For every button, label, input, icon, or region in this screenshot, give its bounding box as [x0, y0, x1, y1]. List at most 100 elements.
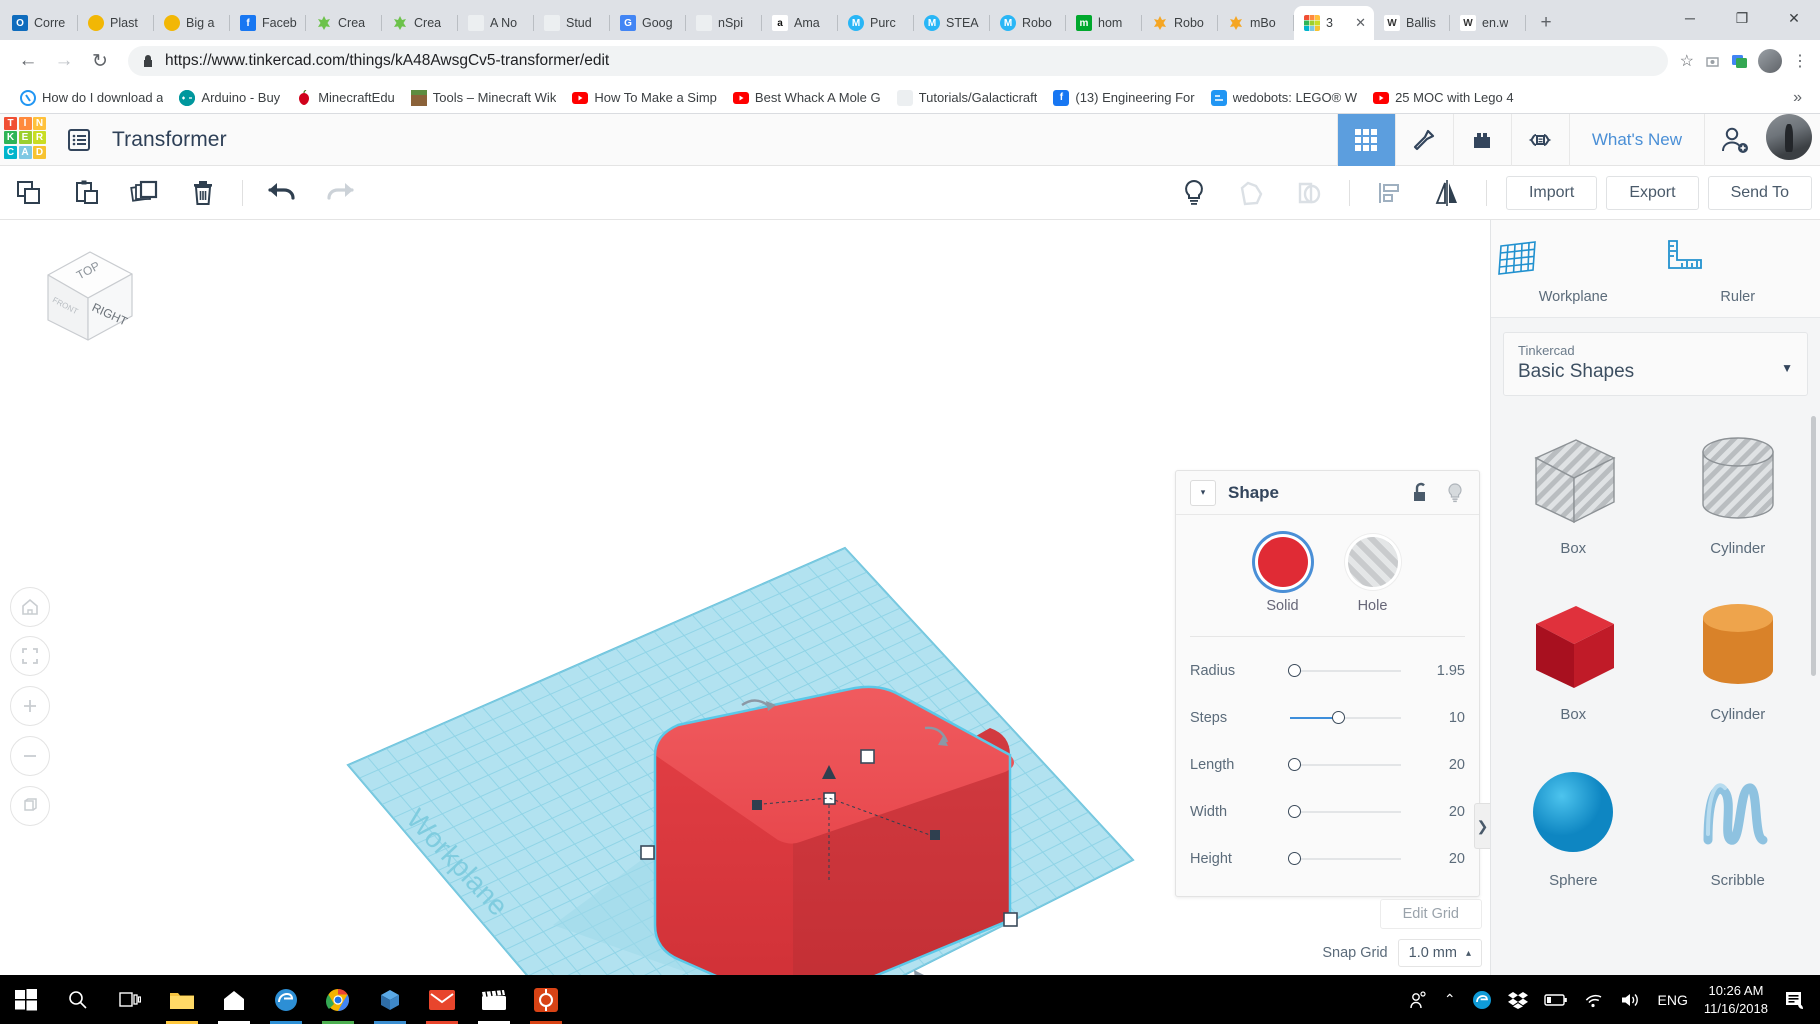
property-value[interactable]: 10 [1411, 710, 1465, 726]
slider-knob[interactable] [1332, 711, 1345, 724]
browser-tab[interactable]: Plast [78, 6, 154, 40]
browser-tab[interactable]: A No [458, 6, 534, 40]
store-button[interactable] [208, 975, 260, 1024]
slider-knob[interactable] [1288, 852, 1301, 865]
bookmark-item[interactable]: MinecraftEdu [288, 87, 403, 109]
shape-item-box[interactable]: Box [1491, 576, 1656, 742]
browser-tab[interactable]: OCorre [2, 6, 78, 40]
grid-view-icon[interactable] [1337, 114, 1395, 166]
bookmark-item[interactable]: Arduino - Buy [171, 87, 288, 109]
browser-tab[interactable]: WBallis [1374, 6, 1450, 40]
tinkercad-logo[interactable]: TINKERCAD [4, 117, 48, 163]
redo-icon[interactable] [311, 166, 369, 220]
browser-tab[interactable]: fFaceb [230, 6, 306, 40]
mail-button[interactable] [416, 975, 468, 1024]
browser-tab[interactable]: mBo [1218, 6, 1294, 40]
show-hidden-icons-chevron[interactable]: ⌃ [1444, 991, 1456, 1008]
shape-item-cylinder[interactable]: Cylinder [1656, 410, 1820, 576]
file-explorer-button[interactable] [156, 975, 208, 1024]
list-icon[interactable] [64, 125, 94, 155]
maximize-button[interactable]: ❐ [1716, 0, 1768, 36]
browser-tab[interactable]: nSpi [686, 6, 762, 40]
bookmarks-overflow-button[interactable]: » [1787, 89, 1808, 107]
browser-tab[interactable]: Crea [306, 6, 382, 40]
shape-item-sphere[interactable]: Sphere [1491, 742, 1656, 908]
slider-knob[interactable] [1288, 805, 1301, 818]
ruler-tool[interactable]: Ruler [1656, 220, 1820, 317]
brick-icon[interactable] [1453, 114, 1511, 166]
3d-builder-button[interactable] [364, 975, 416, 1024]
property-value[interactable]: 20 [1411, 757, 1465, 773]
codeblocks-icon[interactable] [1511, 114, 1569, 166]
collapse-properties-button[interactable]: ▾ [1190, 480, 1216, 506]
browser-tab[interactable]: Crea [382, 6, 458, 40]
copy-icon[interactable] [0, 166, 58, 220]
shape-properties-panel[interactable]: ▾ Shape SolidHole Radius1.95Steps10Lengt… [1175, 470, 1480, 897]
clock[interactable]: 10:26 AM 11/16/2018 [1704, 982, 1768, 1017]
unlock-icon[interactable] [1411, 482, 1431, 504]
edge-button[interactable] [260, 975, 312, 1024]
shape-type-hole[interactable]: Hole [1348, 537, 1398, 614]
bookmark-item[interactable]: f(13) Engineering For [1045, 87, 1202, 109]
bookmark-item[interactable]: wedobots: LEGO® W [1203, 87, 1365, 109]
bookmark-item[interactable]: Tutorials/Galacticraft [889, 87, 1046, 109]
browser-tab[interactable]: Stud [534, 6, 610, 40]
movies-button[interactable] [468, 975, 520, 1024]
battery-icon[interactable] [1544, 993, 1568, 1007]
property-value[interactable]: 20 [1411, 804, 1465, 820]
browser-tab[interactable]: MSTEA [914, 6, 990, 40]
send-to-button[interactable]: Send To [1708, 176, 1812, 210]
slider-knob[interactable] [1288, 758, 1301, 771]
export-button[interactable]: Export [1606, 176, 1698, 210]
extension-icon[interactable] [1704, 53, 1721, 70]
light-bulb-icon[interactable] [1165, 166, 1223, 220]
chrome-button[interactable] [312, 975, 364, 1024]
bookmark-item[interactable]: How To Make a Simp [564, 87, 725, 109]
task-view-button[interactable] [104, 975, 156, 1024]
property-slider[interactable] [1290, 664, 1411, 678]
forward-icon[interactable]: → [48, 45, 80, 77]
browser-tab[interactable]: 3✕ [1294, 6, 1374, 40]
add-user-button[interactable] [1704, 114, 1762, 166]
reload-icon[interactable]: ↻ [84, 45, 116, 77]
people-icon[interactable] [1408, 990, 1428, 1010]
bookmark-item[interactable]: How do I download a [12, 87, 171, 109]
codeblocks-pick-icon[interactable] [1395, 114, 1453, 166]
mirror-icon[interactable] [1418, 166, 1476, 220]
bookmark-item[interactable]: Best Whack A Mole G [725, 87, 889, 109]
shape-item-box[interactable]: Box [1491, 410, 1656, 576]
property-slider[interactable] [1290, 758, 1411, 772]
collapse-panel-tab[interactable]: ❯ [1474, 803, 1490, 849]
close-window-button[interactable]: ✕ [1768, 0, 1820, 36]
address-bar[interactable]: https://www.tinkercad.com/things/kA48Aws… [128, 46, 1668, 76]
property-value[interactable]: 1.95 [1411, 663, 1465, 679]
shape-item-scribble[interactable]: Scribble [1656, 742, 1820, 908]
duplicate-icon[interactable] [116, 166, 174, 220]
undo-icon[interactable] [253, 166, 311, 220]
group-icon[interactable] [1223, 166, 1281, 220]
whats-new-button[interactable]: What's New [1569, 114, 1704, 166]
paste-icon[interactable] [58, 166, 116, 220]
property-slider[interactable] [1290, 852, 1411, 866]
bookmark-item[interactable]: 25 MOC with Lego 4 [1365, 87, 1522, 109]
browser-tab[interactable]: MPurc [838, 6, 914, 40]
shape-list[interactable]: BoxCylinderBoxCylinderSphereScribble [1491, 410, 1820, 975]
slider-knob[interactable] [1288, 664, 1301, 677]
property-slider[interactable] [1290, 805, 1411, 819]
language-indicator[interactable]: ENG [1658, 992, 1688, 1008]
shape-library-select[interactable]: Tinkercad Basic Shapes ▼ [1503, 332, 1808, 396]
align-icon[interactable] [1360, 166, 1418, 220]
import-button[interactable]: Import [1506, 176, 1597, 210]
edit-grid-button[interactable]: Edit Grid [1380, 899, 1482, 929]
workplane-tool[interactable]: Workplane [1491, 220, 1656, 317]
browser-tab[interactable]: Big a [154, 6, 230, 40]
start-button[interactable] [0, 975, 52, 1024]
volume-icon[interactable] [1620, 991, 1642, 1009]
property-slider[interactable] [1290, 711, 1411, 725]
delete-icon[interactable] [174, 166, 232, 220]
sidebar-scrollbar[interactable] [1811, 416, 1816, 676]
app-button[interactable] [520, 975, 572, 1024]
edge-icon[interactable] [1472, 990, 1492, 1010]
browser-tab[interactable]: Wen.w [1450, 6, 1526, 40]
back-icon[interactable]: ← [12, 45, 44, 77]
